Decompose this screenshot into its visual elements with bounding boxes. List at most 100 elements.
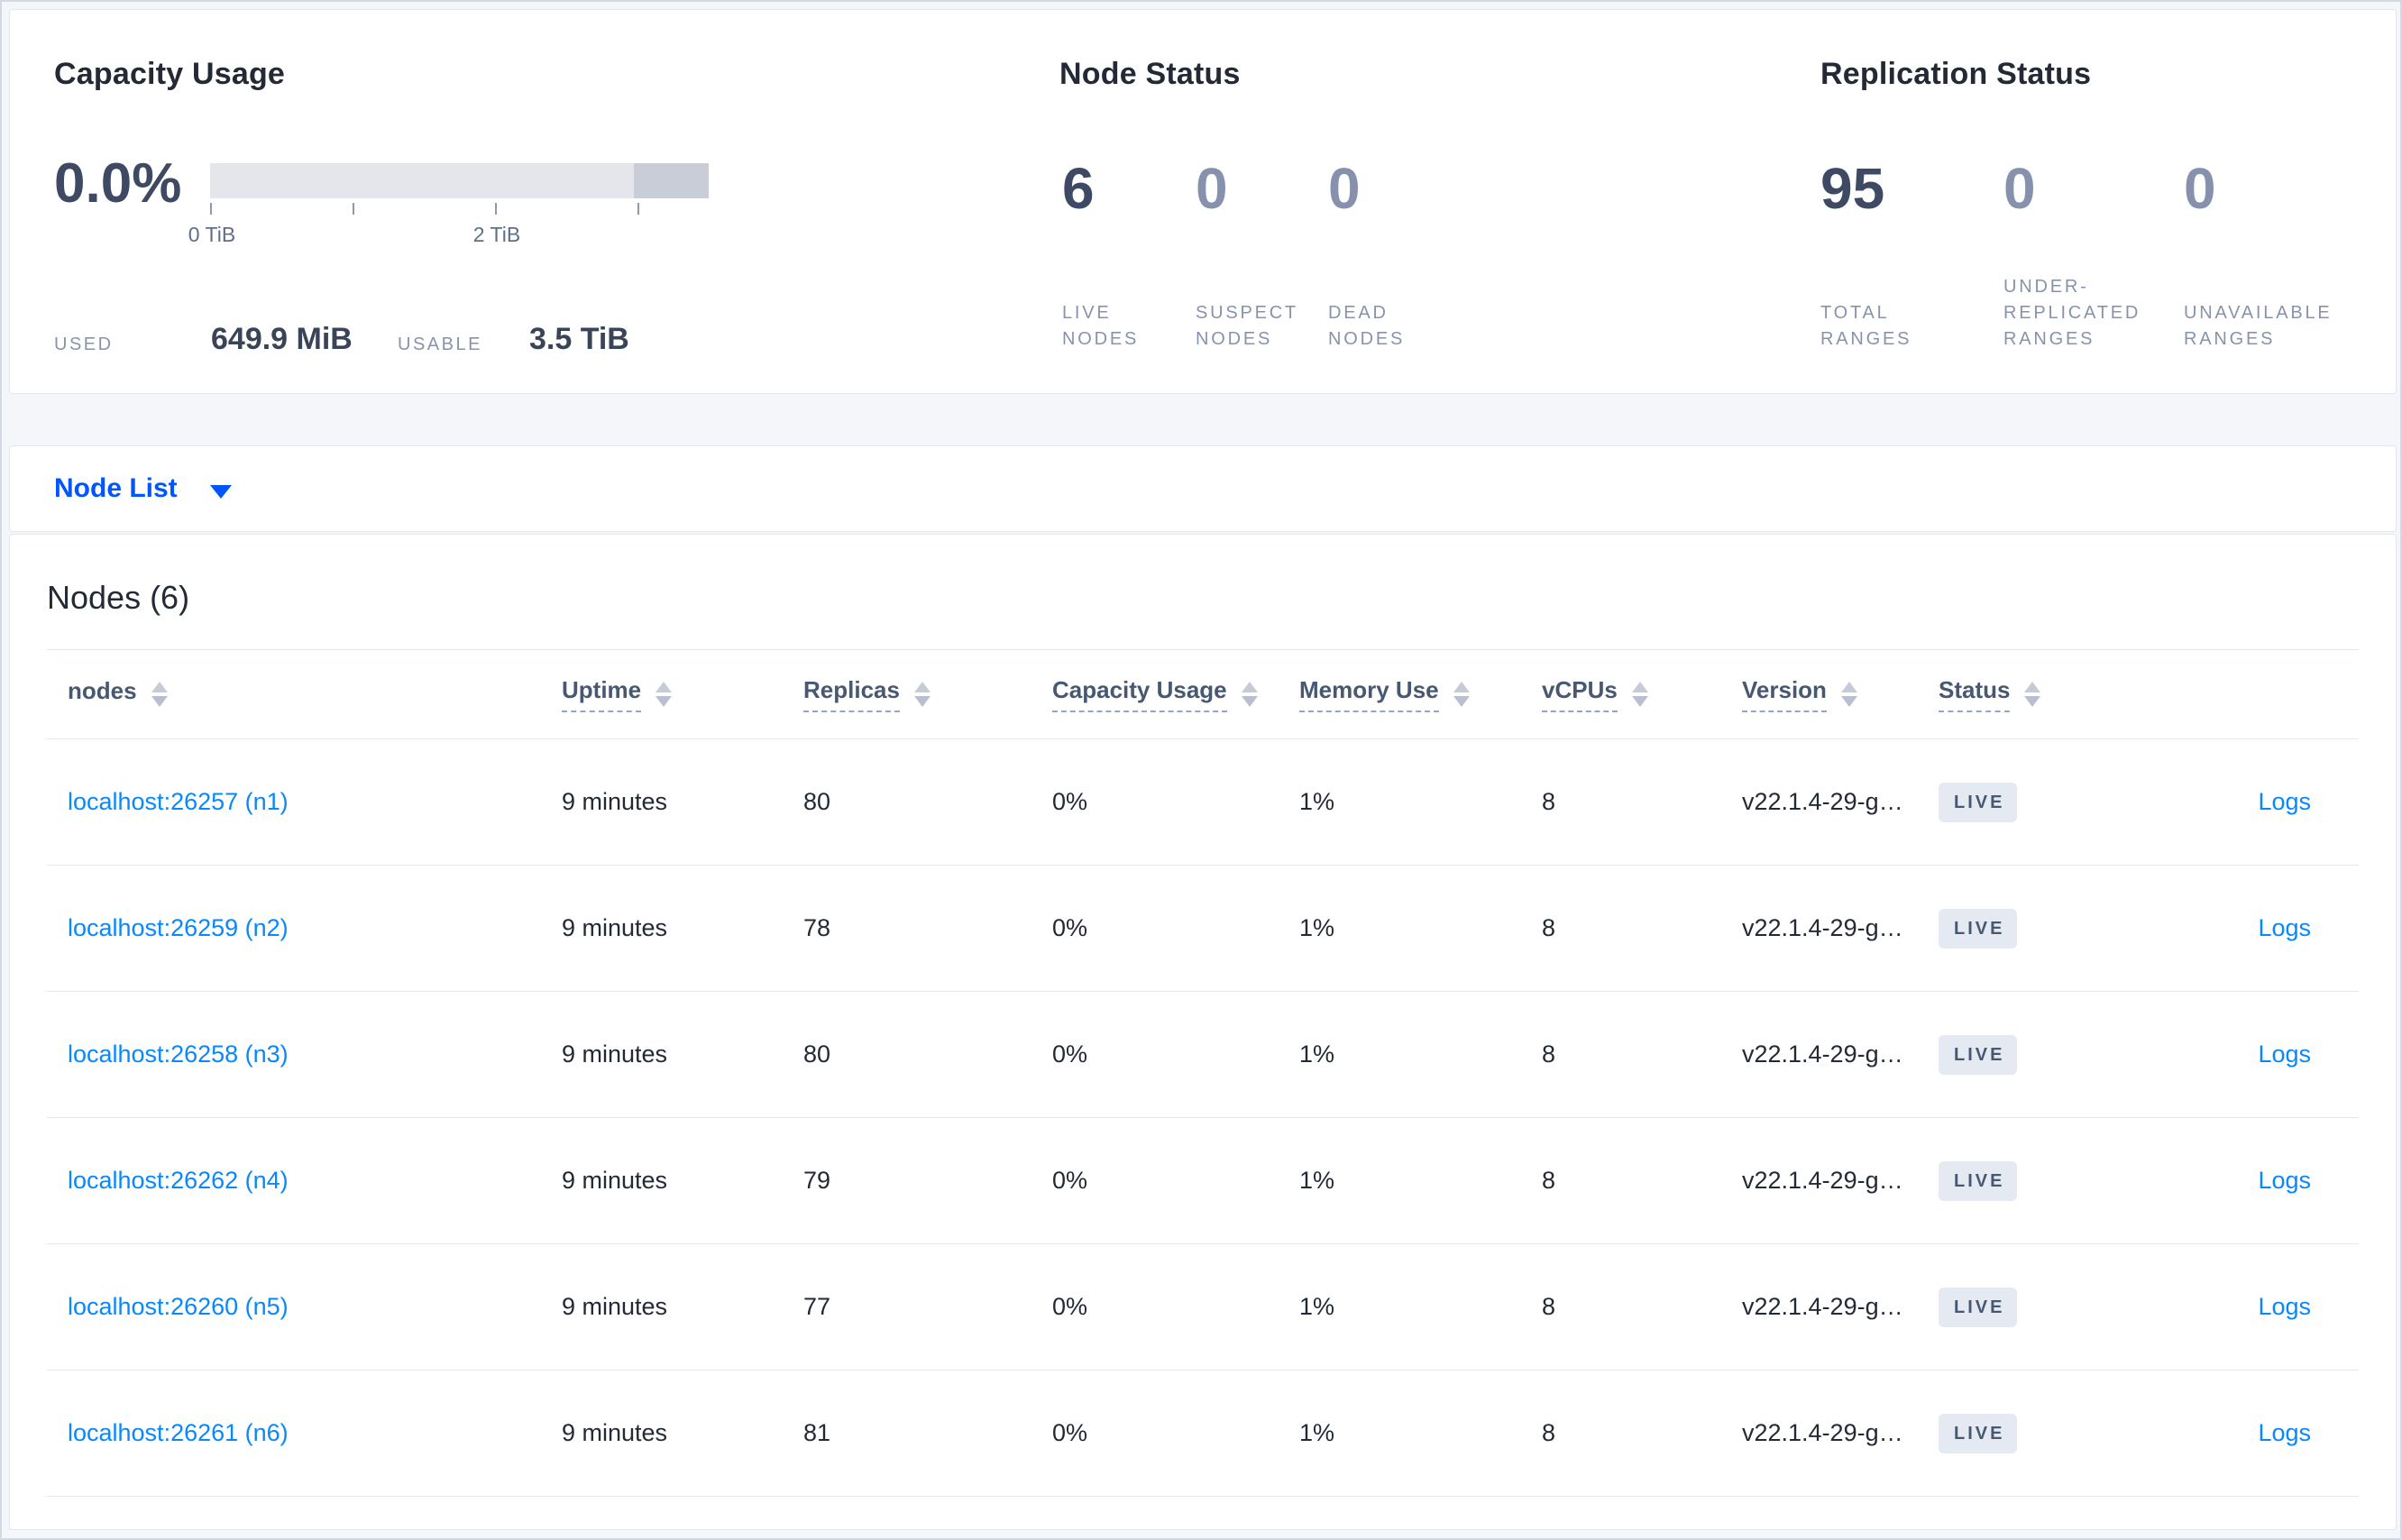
table-row: localhost:26258 (n3) 9 minutes 80 0% 1% … <box>47 992 2359 1118</box>
sort-icon[interactable] <box>151 682 168 707</box>
sort-icon[interactable] <box>2024 682 2041 707</box>
replicas-cell: 81 <box>803 1419 831 1446</box>
dead-nodes-stat: 0 DEAD NODES <box>1328 158 1445 353</box>
logs-link[interactable]: Logs <box>2258 914 2311 941</box>
capacity-bar-ruler <box>210 203 709 215</box>
ruler-tick <box>353 203 354 215</box>
column-header-vcpus[interactable]: vCPUs <box>1542 676 1742 712</box>
logs-link[interactable]: Logs <box>2258 788 2311 815</box>
memory-cell: 1% <box>1299 1419 1335 1446</box>
table-row: localhost:26260 (n5) 9 minutes 77 0% 1% … <box>47 1244 2359 1370</box>
replicas-cell: 80 <box>803 788 831 815</box>
replication-status-title: Replication Status <box>1820 57 2092 91</box>
replicas-cell: 77 <box>803 1293 831 1320</box>
capacity-cell: 0% <box>1052 788 1088 815</box>
replicas-cell: 79 <box>803 1167 831 1194</box>
capacity-cell: 0% <box>1052 1167 1088 1194</box>
status-badge: LIVE <box>1939 908 2018 949</box>
status-badge: LIVE <box>1939 1413 2018 1453</box>
under-replicated-count: 0 <box>2003 156 2036 221</box>
dead-nodes-label: DEAD NODES <box>1328 303 1406 349</box>
column-header-nodes[interactable]: nodes <box>47 677 562 711</box>
node-status-title: Node Status <box>1059 57 1241 91</box>
node-address-link[interactable]: localhost:26260 (n5) <box>68 1293 289 1320</box>
sort-icon[interactable] <box>1631 682 1648 707</box>
suspect-nodes-label: SUSPECT NODES <box>1196 303 1298 349</box>
node-address-link[interactable]: localhost:26262 (n4) <box>68 1167 289 1194</box>
column-header-status[interactable]: Status <box>1939 676 2155 712</box>
column-header-uptime[interactable]: Uptime <box>562 676 803 712</box>
table-header-row: nodes Uptime Replicas Capacity Usage Mem… <box>47 649 2359 739</box>
under-replicated-ranges-stat: 0 UNDER-REPLICATED RANGES <box>2003 158 2179 353</box>
node-address-link[interactable]: localhost:26259 (n2) <box>68 914 289 941</box>
vcpus-cell: 8 <box>1542 1040 1556 1068</box>
node-address-link[interactable]: localhost:26261 (n6) <box>68 1419 289 1446</box>
capacity-cell: 0% <box>1052 914 1088 941</box>
used-value: 649.9 MiB <box>211 322 353 356</box>
uptime-cell: 9 minutes <box>562 914 668 941</box>
uptime-cell: 9 minutes <box>562 1293 668 1320</box>
column-header-replicas[interactable]: Replicas <box>803 676 1052 712</box>
version-cell: v22.1.4-29-g… <box>1742 914 1903 941</box>
sort-icon[interactable] <box>913 682 931 707</box>
column-header-capacity-usage[interactable]: Capacity Usage <box>1052 676 1299 712</box>
replicas-cell: 78 <box>803 914 831 941</box>
capacity-bar-segment <box>634 163 709 198</box>
table-row: localhost:26261 (n6) 9 minutes 81 0% 1% … <box>47 1370 2359 1497</box>
status-badge: LIVE <box>1939 1287 2018 1327</box>
total-ranges-count: 95 <box>1820 156 1885 221</box>
version-cell: v22.1.4-29-g… <box>1742 1167 1903 1194</box>
dead-nodes-count: 0 <box>1328 156 1361 221</box>
vcpus-cell: 8 <box>1542 1167 1556 1194</box>
logs-link[interactable]: Logs <box>2258 1040 2311 1068</box>
logs-link[interactable]: Logs <box>2258 1419 2311 1446</box>
table-row: localhost:26257 (n1) 9 minutes 80 0% 1% … <box>47 739 2359 866</box>
memory-cell: 1% <box>1299 1040 1335 1068</box>
memory-cell: 1% <box>1299 914 1335 941</box>
live-nodes-count: 6 <box>1062 156 1095 221</box>
used-label: USED <box>54 335 114 354</box>
node-list-dropdown[interactable]: Node List <box>54 473 178 504</box>
cluster-overview-page: { "summary": { "capacity": { "title": "C… <box>0 0 2402 1540</box>
capacity-cell: 0% <box>1052 1040 1088 1068</box>
chevron-down-icon[interactable] <box>209 484 232 499</box>
nodes-table: nodes Uptime Replicas Capacity Usage Mem… <box>47 649 2359 1497</box>
cluster-summary-card: Capacity Usage 0.0% 0 TiB 2 TiB USED 649… <box>9 9 2397 394</box>
memory-cell: 1% <box>1299 1167 1335 1194</box>
column-header-version[interactable]: Version <box>1742 676 1939 712</box>
sort-icon[interactable] <box>1241 682 1258 707</box>
memory-cell: 1% <box>1299 1293 1335 1320</box>
status-badge: LIVE <box>1939 1034 2018 1075</box>
sort-icon[interactable] <box>1453 682 1470 707</box>
suspect-nodes-stat: 0 SUSPECT NODES <box>1196 158 1313 353</box>
live-nodes-label: LIVE NODES <box>1062 303 1140 349</box>
under-replicated-label: UNDER-REPLICATED RANGES <box>2003 277 2141 349</box>
logs-link[interactable]: Logs <box>2258 1167 2311 1194</box>
column-header-memory-use[interactable]: Memory Use <box>1299 676 1542 712</box>
capacity-used-percent: 0.0% <box>54 152 182 215</box>
vcpus-cell: 8 <box>1542 1293 1556 1320</box>
uptime-cell: 9 minutes <box>562 1419 668 1446</box>
capacity-usage-bar <box>210 163 709 198</box>
total-ranges-stat: 95 TOTAL RANGES <box>1820 158 1965 353</box>
uptime-cell: 9 minutes <box>562 1040 668 1068</box>
live-nodes-stat: 6 LIVE NODES <box>1062 158 1179 353</box>
logs-link[interactable]: Logs <box>2258 1293 2311 1320</box>
usable-value: 3.5 TiB <box>529 322 629 356</box>
total-ranges-label: TOTAL RANGES <box>1820 303 1912 349</box>
version-cell: v22.1.4-29-g… <box>1742 1040 1903 1068</box>
ruler-tick <box>210 203 212 215</box>
vcpus-cell: 8 <box>1542 914 1556 941</box>
replicas-cell: 80 <box>803 1040 831 1068</box>
sort-icon[interactable] <box>656 682 673 707</box>
table-row: localhost:26259 (n2) 9 minutes 78 0% 1% … <box>47 866 2359 992</box>
ruler-label-0: 0 TiB <box>188 223 236 246</box>
sort-icon[interactable] <box>1840 682 1857 707</box>
view-selector-bar: Node List <box>9 445 2397 532</box>
node-address-link[interactable]: localhost:26258 (n3) <box>68 1040 289 1068</box>
memory-cell: 1% <box>1299 788 1335 815</box>
nodes-panel: Nodes (6) nodes Uptime Replicas Capacity… <box>9 534 2397 1530</box>
suspect-nodes-count: 0 <box>1196 156 1228 221</box>
uptime-cell: 9 minutes <box>562 788 668 815</box>
node-address-link[interactable]: localhost:26257 (n1) <box>68 788 289 815</box>
